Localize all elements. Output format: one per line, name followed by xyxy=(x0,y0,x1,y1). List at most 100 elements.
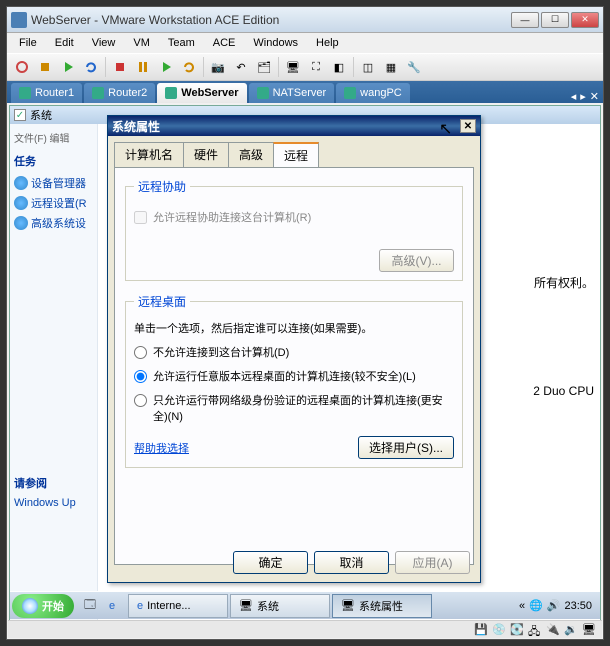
tray-network-icon[interactable]: 🌐 xyxy=(529,599,543,612)
manage-snapshot-icon[interactable]: 🗂 xyxy=(253,56,275,78)
vmtab-label: Router2 xyxy=(108,87,147,99)
unity-icon[interactable]: ◧ xyxy=(328,56,350,78)
play-icon[interactable] xyxy=(155,56,177,78)
cancel-button[interactable]: 取消 xyxy=(314,551,389,574)
status-usb-icon[interactable]: 🔌 xyxy=(546,623,560,637)
minimize-button[interactable]: — xyxy=(511,12,539,28)
remote-assist-advanced-button: 高级(V)... xyxy=(379,249,454,272)
sidebar-toggle-icon[interactable]: ◫ xyxy=(357,56,379,78)
stop-icon[interactable] xyxy=(109,56,131,78)
remote-desktop-instruction: 单击一个选项，然后指定谁可以连接(如果需要)。 xyxy=(134,320,454,336)
menu-view[interactable]: View xyxy=(84,35,124,51)
radio-dont-allow[interactable] xyxy=(134,346,147,359)
vmtab-label: wangPC xyxy=(360,87,402,99)
vmtab-router1[interactable]: Router1 xyxy=(11,83,82,103)
radio-allow-nla-label: 只允许运行带网络级身份验证的远程桌面的计算机连接(更安全)(N) xyxy=(153,392,454,424)
sidebar-windows-update[interactable]: Windows Up xyxy=(14,497,93,509)
suspend-icon[interactable] xyxy=(34,56,56,78)
tab-computername[interactable]: 计算机名 xyxy=(114,142,184,167)
taskbtn-label: 系统 xyxy=(257,598,279,614)
allow-remote-assist-checkbox xyxy=(134,211,147,224)
radio-allow-nla[interactable] xyxy=(134,394,147,407)
sidebar-device-manager[interactable]: 设备管理器 xyxy=(14,175,93,191)
snapshot-icon[interactable]: 📷 xyxy=(207,56,229,78)
header-checkbox-icon[interactable]: ✓ xyxy=(14,109,26,121)
dialog-close-button[interactable]: ✕ xyxy=(460,119,476,133)
dialog-button-row: 确定 取消 应用(A) xyxy=(233,551,470,574)
status-hdd-icon[interactable]: 💾 xyxy=(474,623,488,637)
system-properties-dialog: 系统属性 ✕ 计算机名 硬件 高级 远程 远程协助 允许远程协助连接这台计算机(… xyxy=(107,115,481,583)
remote-desktop-group: 远程桌面 单击一个选项，然后指定谁可以连接(如果需要)。 不允许连接到这台计算机… xyxy=(125,293,463,468)
menu-help[interactable]: Help xyxy=(308,35,347,51)
sidebar-remote-settings[interactable]: 远程设置(R xyxy=(14,195,93,211)
sidebar-seealso-header: 请参阅 xyxy=(14,475,93,491)
menu-edit[interactable]: Edit xyxy=(47,35,82,51)
maximize-button[interactable]: ☐ xyxy=(541,12,569,28)
status-floppy-icon[interactable]: 💽 xyxy=(510,623,524,637)
vmtab-router2[interactable]: Router2 xyxy=(84,83,155,103)
revert-icon[interactable]: ↶ xyxy=(230,56,252,78)
dialog-titlebar[interactable]: 系统属性 ✕ xyxy=(108,116,480,136)
window-title: WebServer - VMware Workstation ACE Editi… xyxy=(31,13,511,27)
rights-text: 所有权利。 xyxy=(534,274,594,291)
vm-icon xyxy=(92,87,104,99)
help-me-choose-link[interactable]: 帮助我选择 xyxy=(134,440,189,456)
ie-icon[interactable]: e xyxy=(102,596,122,616)
status-net-icon[interactable]: 🖧 xyxy=(528,623,542,637)
show-console-icon[interactable]: 🖥 xyxy=(282,56,304,78)
show-desktop-icon[interactable]: 🗔 xyxy=(80,596,100,616)
menu-team[interactable]: Team xyxy=(160,35,203,51)
menu-ace[interactable]: ACE xyxy=(205,35,244,51)
tab-hardware[interactable]: 硬件 xyxy=(183,142,229,167)
taskbtn-label: Interne... xyxy=(147,600,190,612)
tab-nav: ◂ ▸ ✕ xyxy=(571,90,599,103)
vmtab-label: Router1 xyxy=(35,87,74,99)
reset-icon[interactable] xyxy=(80,56,102,78)
tab-close-icon[interactable]: ✕ xyxy=(590,90,599,103)
allow-remote-assist-label: 允许远程协助连接这台计算机(R) xyxy=(153,209,311,225)
header-label: 系统 xyxy=(30,107,52,123)
remote-assist-group: 远程协助 允许远程协助连接这台计算机(R) 高级(V)... xyxy=(125,178,463,281)
clock[interactable]: 23:50 xyxy=(564,600,592,612)
vmware-window: WebServer - VMware Workstation ACE Editi… xyxy=(6,6,604,640)
start-button[interactable]: 开始 xyxy=(12,594,74,618)
radio-allow-any[interactable] xyxy=(134,370,147,383)
summary-icon[interactable]: ▦ xyxy=(380,56,402,78)
poweroff-icon[interactable] xyxy=(11,56,33,78)
status-sound-icon[interactable]: 🔉 xyxy=(564,623,578,637)
tab-remote[interactable]: 远程 xyxy=(273,142,319,167)
menu-vm[interactable]: VM xyxy=(125,35,158,51)
menu-windows[interactable]: Windows xyxy=(245,35,306,51)
appliance-icon[interactable]: 🔧 xyxy=(403,56,425,78)
poweron-icon[interactable] xyxy=(57,56,79,78)
status-display-icon[interactable]: 🖥 xyxy=(582,623,596,637)
ie-icon: e xyxy=(137,600,143,612)
vmtab-natserver[interactable]: NATServer xyxy=(249,83,335,103)
system-tray: « 🌐 🔊 23:50 xyxy=(513,599,598,612)
apply-button: 应用(A) xyxy=(395,551,470,574)
sidebar-advanced-settings[interactable]: 高级系统设 xyxy=(14,215,93,231)
tray-sound-icon[interactable]: 🔊 xyxy=(547,599,561,612)
tab-prev-icon[interactable]: ◂ xyxy=(571,90,577,103)
tray-expand-icon[interactable]: « xyxy=(519,600,525,612)
vm-icon xyxy=(19,87,31,99)
taskbtn-ie[interactable]: e Interne... xyxy=(128,594,228,618)
vmtab-wangpc[interactable]: wangPC xyxy=(336,83,410,103)
pause-icon[interactable] xyxy=(132,56,154,78)
fullscreen-icon[interactable]: ⛶ xyxy=(305,56,327,78)
tab-advanced[interactable]: 高级 xyxy=(228,142,274,167)
shield-icon xyxy=(14,176,28,190)
taskbtn-sysprops[interactable]: 🖥系统属性 xyxy=(332,594,432,618)
sidebar-item-label: 远程设置(R xyxy=(31,195,87,211)
remote-desktop-legend: 远程桌面 xyxy=(134,293,190,310)
ok-button[interactable]: 确定 xyxy=(233,551,308,574)
menu-file[interactable]: File xyxy=(11,35,45,51)
vm-tabstrip: Router1 Router2 WebServer NATServer wang… xyxy=(7,81,603,103)
select-users-button[interactable]: 选择用户(S)... xyxy=(358,436,454,459)
vmtab-webserver[interactable]: WebServer xyxy=(157,83,246,103)
restart-icon[interactable] xyxy=(178,56,200,78)
close-button[interactable]: ✕ xyxy=(571,12,599,28)
status-cd-icon[interactable]: 💿 xyxy=(492,623,506,637)
taskbtn-system[interactable]: 🖥系统 xyxy=(230,594,330,618)
tab-next-icon[interactable]: ▸ xyxy=(580,90,586,103)
